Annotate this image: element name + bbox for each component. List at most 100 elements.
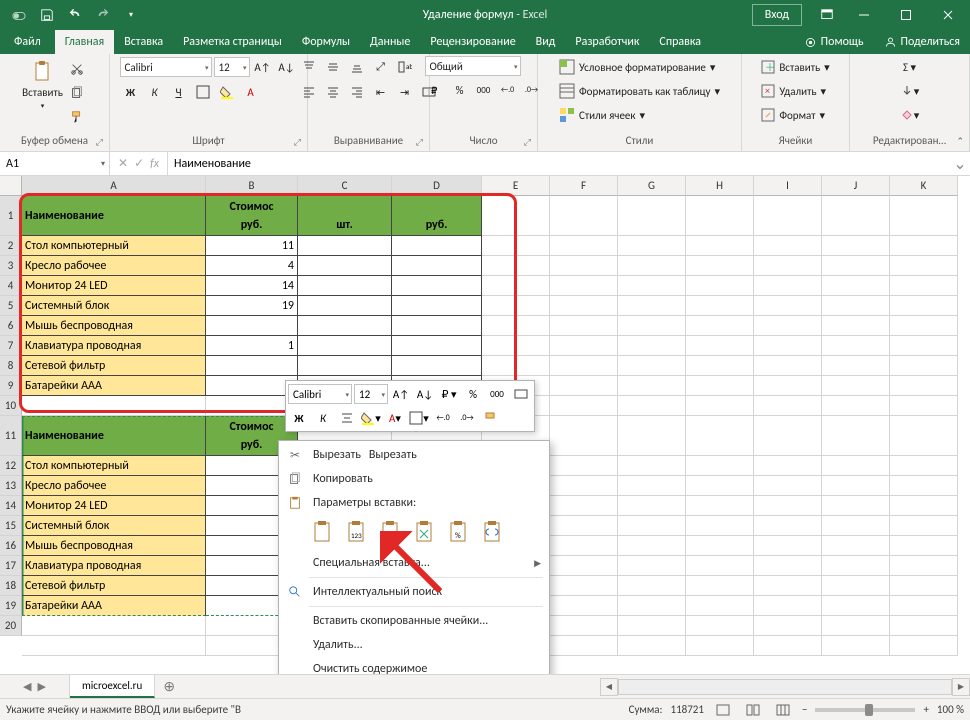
cell[interactable]: [890, 396, 958, 416]
cell[interactable]: [482, 276, 550, 296]
col-header-B[interactable]: B: [206, 176, 298, 196]
paste-formatting-icon[interactable]: %: [445, 517, 473, 547]
cell[interactable]: [206, 316, 298, 336]
align-right-icon[interactable]: [346, 81, 368, 103]
shrink-font-icon[interactable]: A↓: [276, 56, 298, 78]
cell[interactable]: [686, 576, 754, 596]
cell[interactable]: Наименование: [22, 196, 206, 236]
row-header-16[interactable]: 16: [0, 536, 22, 556]
cell[interactable]: [550, 616, 618, 636]
cell[interactable]: [822, 496, 890, 516]
ctx-paste-special[interactable]: Специальная вставка...▶: [279, 551, 549, 575]
cell[interactable]: [550, 636, 618, 656]
cell[interactable]: [890, 276, 958, 296]
align-center-icon[interactable]: [322, 81, 344, 103]
cell[interactable]: [298, 276, 392, 296]
cell[interactable]: Мышь беспроводная: [22, 536, 206, 556]
cell[interactable]: [550, 376, 618, 396]
col-header-A[interactable]: A: [22, 176, 206, 196]
cell[interactable]: [550, 456, 618, 476]
col-header-K[interactable]: K: [890, 176, 958, 196]
conditional-formatting-button[interactable]: Условное форматирование ▾: [555, 56, 719, 78]
cell[interactable]: [550, 196, 618, 236]
cell[interactable]: Кресло рабочее: [22, 256, 206, 276]
mini-align-icon[interactable]: [336, 407, 358, 429]
cell[interactable]: [618, 576, 686, 596]
cell[interactable]: [686, 616, 754, 636]
cell[interactable]: [890, 576, 958, 596]
cell[interactable]: [686, 336, 754, 356]
expand-formula-bar-icon[interactable]: ⌄: [950, 152, 970, 175]
cell[interactable]: [298, 336, 392, 356]
cell[interactable]: [550, 316, 618, 336]
cell[interactable]: [550, 516, 618, 536]
mini-italic-button[interactable]: К: [312, 407, 334, 429]
cell[interactable]: [618, 516, 686, 536]
cell[interactable]: [22, 616, 206, 636]
cell[interactable]: [550, 256, 618, 276]
cell[interactable]: [754, 356, 822, 376]
cell[interactable]: [754, 556, 822, 576]
cell[interactable]: Стол компьютерный: [22, 236, 206, 256]
cell[interactable]: Сетевой фильтр: [22, 576, 206, 596]
ctx-insert-copied[interactable]: Вставить скопированные ячейки...: [279, 609, 549, 633]
cell[interactable]: [686, 476, 754, 496]
format-painter-icon[interactable]: [66, 106, 88, 128]
fill-icon[interactable]: ▾: [899, 80, 921, 102]
row-header-12[interactable]: 12: [0, 456, 22, 476]
cell[interactable]: [754, 456, 822, 476]
cell[interactable]: [822, 476, 890, 496]
cell[interactable]: [822, 396, 890, 416]
tellme-box[interactable]: Помощь: [794, 30, 874, 54]
row-header-15[interactable]: 15: [0, 516, 22, 536]
cell[interactable]: [686, 496, 754, 516]
cell[interactable]: [298, 236, 392, 256]
cell[interactable]: [890, 376, 958, 396]
cell[interactable]: [482, 296, 550, 316]
fx-icon[interactable]: fx: [150, 157, 159, 171]
cell[interactable]: [822, 316, 890, 336]
row-header-14[interactable]: 14: [0, 496, 22, 516]
cell[interactable]: Наименование: [22, 416, 206, 456]
cell[interactable]: [890, 476, 958, 496]
cell[interactable]: [686, 236, 754, 256]
tab-home[interactable]: Главная: [55, 30, 114, 54]
cell[interactable]: 1: [206, 336, 298, 356]
cell[interactable]: [822, 416, 890, 456]
cell[interactable]: [890, 456, 958, 476]
mini-format-painter-icon[interactable]: [480, 407, 502, 429]
cell[interactable]: [822, 276, 890, 296]
cell[interactable]: Сетевой фильтр: [22, 356, 206, 376]
cell[interactable]: руб.: [392, 196, 482, 236]
increase-decimal-icon[interactable]: ←.0: [497, 79, 519, 101]
cell[interactable]: [686, 516, 754, 536]
cell[interactable]: [550, 536, 618, 556]
cell[interactable]: [890, 596, 958, 616]
cell[interactable]: 4: [206, 256, 298, 276]
cell[interactable]: [890, 636, 958, 656]
mini-font-color-icon[interactable]: A ▾: [384, 407, 406, 429]
cut-icon[interactable]: [66, 58, 88, 80]
cell[interactable]: [686, 276, 754, 296]
copy-icon[interactable]: [66, 82, 88, 104]
increase-indent-icon[interactable]: ⇥: [394, 81, 416, 103]
mini-dec-decimal-icon[interactable]: .0→: [456, 407, 478, 429]
cell[interactable]: [206, 356, 298, 376]
row-header-5[interactable]: 5: [0, 296, 22, 316]
mini-bold-button[interactable]: Ж: [288, 407, 310, 429]
cell[interactable]: шт.: [298, 196, 392, 236]
col-header-H[interactable]: H: [686, 176, 754, 196]
cell[interactable]: [482, 316, 550, 336]
cell[interactable]: [822, 296, 890, 316]
cell[interactable]: [822, 636, 890, 656]
tab-data[interactable]: Данные: [360, 30, 420, 54]
cell[interactable]: [686, 636, 754, 656]
cell[interactable]: [890, 316, 958, 336]
row-header-18[interactable]: 18: [0, 576, 22, 596]
number-format-combo[interactable]: Общий▾: [425, 56, 521, 76]
enter-formula-icon[interactable]: ✓: [134, 156, 144, 171]
cell[interactable]: [550, 356, 618, 376]
cell[interactable]: [754, 316, 822, 336]
mini-currency-icon[interactable]: ₽ ▾: [438, 383, 460, 405]
cell[interactable]: [482, 356, 550, 376]
